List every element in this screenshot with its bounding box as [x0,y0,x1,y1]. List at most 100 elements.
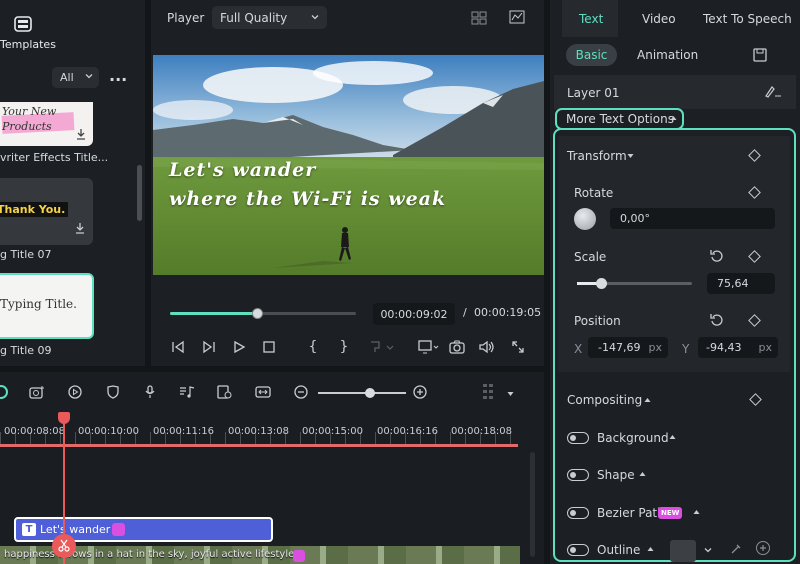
shape-toggle[interactable] [567,469,589,481]
playback-speed-icon[interactable] [66,384,84,400]
text-clip[interactable]: T Let's wander [14,517,273,542]
template-card[interactable]: Thank You. [0,178,93,245]
tab-text-to-speech[interactable]: Text To Speech [703,12,792,26]
grid-view-icon[interactable] [469,9,489,27]
effect-badge-icon [293,550,305,562]
microphone-icon[interactable] [141,384,159,400]
display-icon[interactable] [417,338,441,356]
caret-up-icon [670,115,677,121]
rotate-field[interactable]: 0,00° [610,208,775,229]
zoom-in-icon[interactable] [411,384,429,400]
background-toggle[interactable] [567,432,589,444]
caret-up-icon[interactable] [669,434,676,440]
zoom-slider-handle[interactable] [365,388,375,398]
playhead[interactable] [52,412,76,564]
play-icon[interactable] [230,338,248,356]
prev-frame-icon[interactable] [169,338,187,356]
playback-progress-track[interactable] [170,308,356,319]
timeline-ruler[interactable]: 00:00:08:08 00:00:10:00 00:00:11:16 00:0… [0,412,520,448]
overlay-text-line2[interactable]: where the Wi-Fi is weak [169,188,446,210]
fit-timeline-icon[interactable] [254,384,272,400]
music-track-icon[interactable] [178,384,196,400]
fullscreen-icon[interactable] [509,338,527,356]
chevron-down-icon[interactable] [704,546,712,554]
download-icon[interactable] [76,128,86,140]
camera-icon[interactable] [448,338,466,356]
video-clip-track[interactable]: happiness throws in a hat in the sky, jo… [0,546,520,564]
scale-slider-handle[interactable] [596,278,607,289]
scope-icon[interactable] [507,8,527,26]
subtab-basic[interactable]: Basic [566,44,617,66]
card-thumb-text: Thank You. [0,202,69,217]
snap-toggle-icon[interactable] [0,385,8,399]
rotate-dial[interactable] [574,208,596,230]
volume-icon[interactable] [478,338,496,356]
ruler-timecode: 00:00:10:00 [78,426,140,437]
mark-out-icon[interactable]: } [337,338,351,356]
vertical-scrollbar[interactable] [530,452,535,557]
keyframe-icon[interactable] [748,250,761,263]
quality-value: Full Quality [220,10,288,25]
split-scissors-icon[interactable] [52,534,76,558]
video-preview[interactable]: Let's wander where the Wi-Fi is weak [153,55,544,275]
more-options-button[interactable]: ... [109,66,127,85]
save-preset-icon[interactable] [751,46,769,64]
caret-up-icon[interactable] [644,397,651,403]
add-color-icon[interactable] [756,541,770,555]
scale-field[interactable]: 75,64 [707,273,775,294]
keyframe-icon[interactable] [748,149,761,162]
transform-title[interactable]: Transform [567,149,627,163]
zoom-slider-track[interactable] [318,388,406,398]
subtab-animation[interactable]: Animation [637,48,698,62]
download-icon[interactable] [75,222,85,234]
camera-add-icon[interactable] [28,384,46,400]
filter-dropdown[interactable]: All [52,67,99,88]
template-library-panel: Templates All ... Your New Products vrit… [0,0,145,366]
templates-icon [14,16,32,32]
template-card[interactable]: Your New Products [0,102,93,146]
library-scrollbar[interactable] [137,165,142,221]
caret-down-icon[interactable] [627,153,634,159]
playhead-handle[interactable] [58,412,70,424]
x-position-field[interactable]: -147,69 px [588,337,668,358]
keyframe-icon[interactable] [748,186,761,199]
reset-icon[interactable] [710,313,724,327]
more-text-options-toggle[interactable]: More Text Options [555,108,684,130]
stop-icon[interactable] [260,338,278,356]
outline-toggle[interactable] [567,544,589,556]
layer-row[interactable]: Layer 01 [554,75,796,109]
ai-edit-icon[interactable] [764,84,782,98]
eyedropper-icon[interactable] [730,543,742,555]
quality-dropdown[interactable]: Full Quality [212,6,327,29]
next-frame-icon[interactable] [200,338,218,356]
mark-in-icon[interactable]: { [306,338,320,356]
template-card-selected[interactable]: Typing Title. [0,273,94,339]
scale-value: 75,64 [717,277,749,290]
keyframe-icon[interactable] [748,314,761,327]
caret-up-icon[interactable] [647,546,654,552]
tab-text[interactable]: Text [579,12,603,26]
caret-up-icon[interactable] [693,509,700,515]
more-text-options-label: More Text Options [566,112,674,126]
effect-badge-icon [112,523,125,536]
layout-grid-icon[interactable] [480,382,496,402]
scale-slider-track[interactable] [577,278,692,289]
templates-tab[interactable]: Templates [0,14,58,54]
playback-scrubber-handle[interactable] [252,308,263,319]
insert-icon[interactable] [367,338,397,356]
reset-icon[interactable] [710,249,724,263]
card-label: g Title 09 [0,344,52,357]
caret-down-icon[interactable] [507,391,514,397]
outline-color-swatch[interactable] [670,540,696,562]
bezier-path-toggle[interactable] [567,507,589,519]
tab-video[interactable]: Video [642,12,676,26]
compositing-title[interactable]: Compositing [567,393,642,407]
y-position-field[interactable]: -94,43 px [698,337,778,358]
auto-reframe-icon[interactable] [216,384,234,400]
shield-icon[interactable] [104,384,122,400]
caret-up-icon[interactable] [639,471,646,477]
zoom-out-icon[interactable] [292,384,310,400]
y-value: -94,43 [706,341,742,354]
work-area-bar[interactable] [0,444,518,447]
overlay-text-line1[interactable]: Let's wander [169,159,316,181]
